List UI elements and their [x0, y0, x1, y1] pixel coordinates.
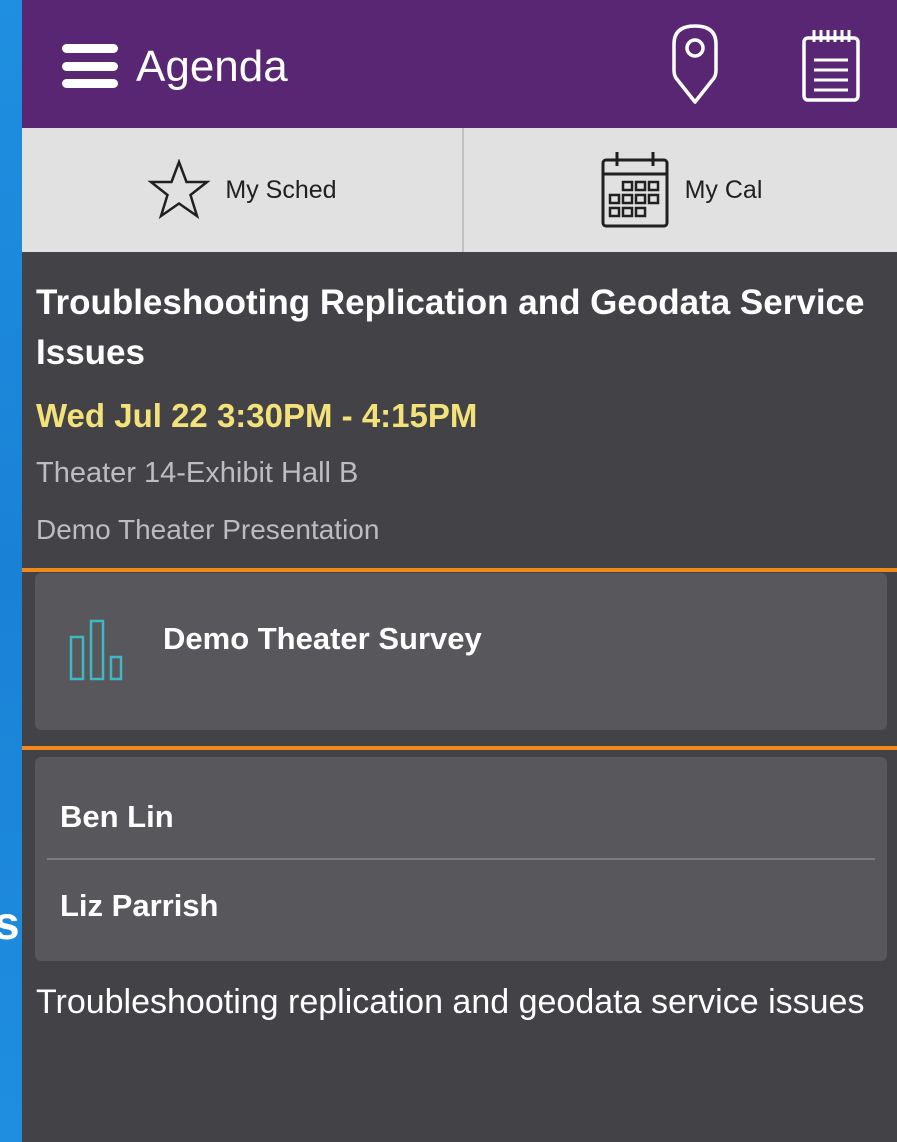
- survey-label: Demo Theater Survey: [163, 621, 482, 656]
- hamburger-menu-icon[interactable]: [62, 44, 118, 88]
- tab-bar: My Sched My Cal: [22, 128, 897, 252]
- tab-my-sched-label: My Sched: [225, 175, 337, 204]
- session-description: Troubleshooting replication and geodata …: [36, 983, 865, 1021]
- speaker-item[interactable]: Liz Parrish: [35, 861, 887, 961]
- speaker-name: Liz Parrish: [60, 888, 219, 923]
- calendar-icon: [601, 152, 669, 228]
- tab-my-sched[interactable]: My Sched: [22, 128, 462, 252]
- session-title: Troubleshooting Replication and Geodata …: [36, 283, 865, 372]
- map-pin-icon[interactable]: [670, 22, 720, 106]
- section-divider: [22, 568, 897, 572]
- bar-chart-icon: [69, 619, 123, 681]
- agenda-screen: Agenda My Sched My Cal Troubleshooting R…: [22, 0, 897, 1142]
- speaker-name: Ben Lin: [60, 799, 174, 834]
- tab-my-cal[interactable]: My Cal: [464, 128, 897, 252]
- survey-link[interactable]: Demo Theater Survey: [35, 573, 887, 730]
- speaker-item[interactable]: Ben Lin: [35, 757, 887, 857]
- app-header: Agenda: [22, 0, 897, 128]
- notepad-icon[interactable]: [800, 26, 862, 104]
- session-time: Wed Jul 22 3:30PM - 4:15PM: [36, 397, 478, 434]
- page-title: Agenda: [136, 42, 288, 91]
- speakers-list: Ben Lin Liz Parrish: [35, 757, 887, 961]
- tab-my-cal-label: My Cal: [684, 175, 763, 204]
- list-divider: [47, 858, 875, 860]
- background-edge-glyph: s: [0, 897, 20, 949]
- section-divider: [22, 746, 897, 750]
- star-icon: [147, 159, 212, 220]
- session-type: Demo Theater Presentation: [36, 514, 380, 545]
- session-room: Theater 14-Exhibit Hall B: [36, 457, 359, 489]
